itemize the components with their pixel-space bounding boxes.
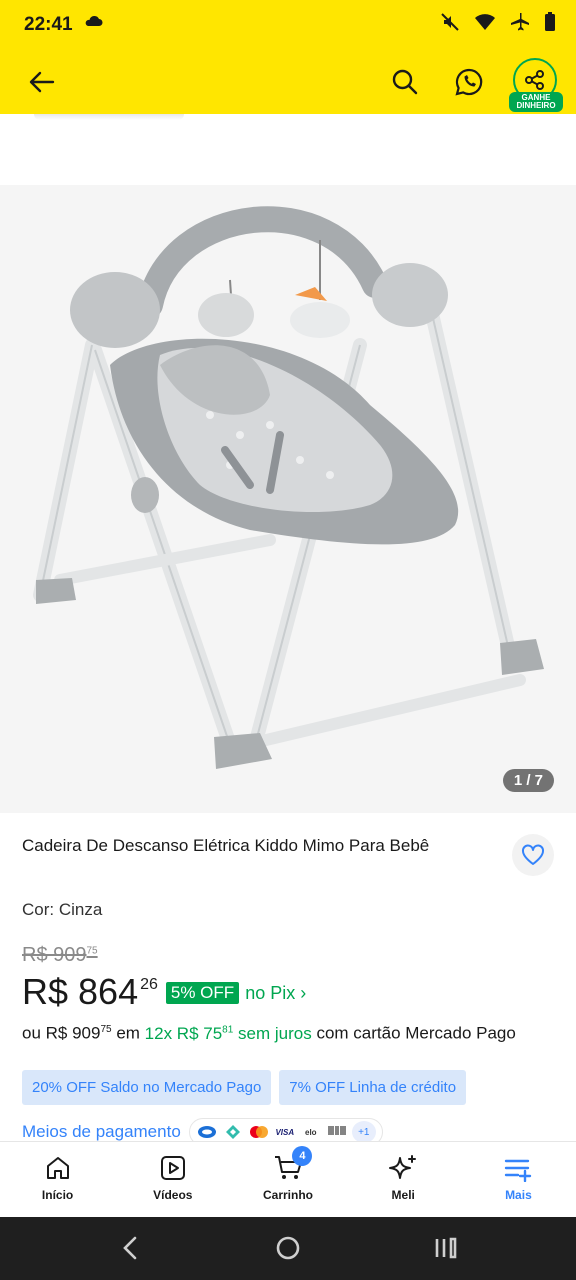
- nav-item-mais[interactable]: Mais: [461, 1142, 576, 1217]
- favorite-button[interactable]: [512, 834, 554, 876]
- status-bar: 22:41: [0, 0, 576, 50]
- nav-label-mais: Mais: [505, 1188, 532, 1202]
- pix-icon: [222, 1124, 244, 1140]
- original-price-value: R$ 909: [22, 944, 87, 966]
- nav-item-carrinho[interactable]: 4 Carrinho: [230, 1142, 345, 1217]
- cart-count-badge: 4: [292, 1146, 313, 1166]
- airplane-icon: [511, 13, 529, 31]
- visa-icon: VISA: [275, 1127, 295, 1137]
- header-shadow: [34, 114, 184, 120]
- system-recents-icon[interactable]: [434, 1235, 458, 1261]
- payment-methods-link[interactable]: Meios de pagamento: [22, 1122, 181, 1142]
- image-counter: 1 / 7: [502, 769, 554, 792]
- nav-label-carrinho: Carrinho: [263, 1188, 314, 1202]
- whatsapp-icon: [455, 68, 483, 96]
- sparkle-icon: [389, 1155, 417, 1179]
- status-time: 22:41: [24, 14, 73, 35]
- nav-label-inicio: Início: [41, 1188, 74, 1202]
- battery-icon: [545, 12, 555, 31]
- menu-plus-icon: [505, 1159, 532, 1182]
- home-icon: [46, 1157, 69, 1179]
- current-price: R$ 864: [22, 971, 139, 1012]
- video-icon: [160, 1156, 185, 1180]
- system-navigation-bar: [0, 1217, 576, 1280]
- arrow-left-icon: [29, 71, 55, 93]
- top-bar: 22:41 GANHE DINHEIRO: [0, 0, 576, 114]
- current-price-cents: 26: [140, 976, 158, 993]
- nav-label-meli: Meli: [391, 1188, 415, 1202]
- no-interest-label: sem juros: [238, 1023, 312, 1043]
- installments-plan-value: 12x R$ 75: [144, 1023, 223, 1043]
- mute-icon: [441, 13, 459, 31]
- original-price: R$ 90975: [22, 944, 98, 967]
- more-payment-methods[interactable]: +1: [351, 1121, 376, 1143]
- original-price-cents: 75: [86, 945, 98, 957]
- product-image-gallery[interactable]: 1 / 7: [0, 185, 576, 813]
- bottom-navigation: Início Vídeos 4 Carrinho Meli Mais: [0, 1141, 576, 1217]
- installments-prefix: ou R$ 909: [22, 1023, 101, 1043]
- installments-info: ou R$ 90975 em 12x R$ 7581 sem juros com…: [22, 1018, 542, 1046]
- promo-chips: 20% OFF Saldo no Mercado Pago 7% OFF Lin…: [22, 1070, 467, 1105]
- system-home-icon[interactable]: [276, 1235, 300, 1261]
- variant-selector[interactable]: Cor: Cinza: [22, 900, 102, 920]
- boleto-icon: [326, 1124, 348, 1140]
- search-button[interactable]: [387, 64, 423, 100]
- search-icon: [392, 69, 418, 95]
- price-row: R$ 864 26 5% OFF no Pix ›: [22, 970, 306, 1014]
- variant-value: Cinza: [58, 900, 103, 919]
- installments-em: em: [116, 1023, 140, 1043]
- bank-icon: [196, 1124, 218, 1140]
- variant-label: Cor:: [22, 900, 55, 919]
- system-back-icon[interactable]: [120, 1235, 140, 1261]
- nav-label-videos: Vídeos: [153, 1188, 193, 1202]
- product-screen: 22:41 GANHE DINHEIRO 1 / 7 Cadeira De De…: [0, 0, 576, 1280]
- product-title: Cadeira De Descanso Elétrica Kiddo Mimo …: [22, 836, 430, 855]
- mastercard-icon: [248, 1124, 270, 1140]
- wifi-icon: [475, 14, 495, 30]
- installments-prefix-cents: 75: [100, 1024, 112, 1035]
- nav-item-videos[interactable]: Vídeos: [115, 1142, 230, 1217]
- earn-money-badge: GANHE DINHEIRO: [509, 92, 563, 112]
- elo-icon: elo: [305, 1127, 317, 1137]
- product-image: [33, 206, 544, 769]
- promo-chip-credit-line[interactable]: 7% OFF Linha de crédito: [279, 1070, 467, 1105]
- earn-money-button[interactable]: GANHE DINHEIRO: [509, 58, 563, 112]
- discount-badge: 5% OFF: [165, 982, 240, 1004]
- whatsapp-share-button[interactable]: [451, 64, 487, 100]
- promo-chip-mercado-pago[interactable]: 20% OFF Saldo no Mercado Pago: [22, 1070, 272, 1105]
- installments-suffix: com cartão Mercado Pago: [316, 1023, 516, 1043]
- back-button[interactable]: [24, 64, 60, 100]
- nav-item-inicio[interactable]: Início: [0, 1142, 115, 1217]
- pix-link[interactable]: no Pix ›: [245, 983, 306, 1004]
- status-icons: [440, 12, 556, 32]
- heart-icon: [522, 844, 544, 865]
- installments-plan: 12x R$ 7581 sem juros: [145, 1024, 312, 1043]
- installments-plan-cents: 81: [222, 1024, 234, 1035]
- cloud-icon: [83, 14, 103, 33]
- nav-item-meli[interactable]: Meli: [346, 1142, 461, 1217]
